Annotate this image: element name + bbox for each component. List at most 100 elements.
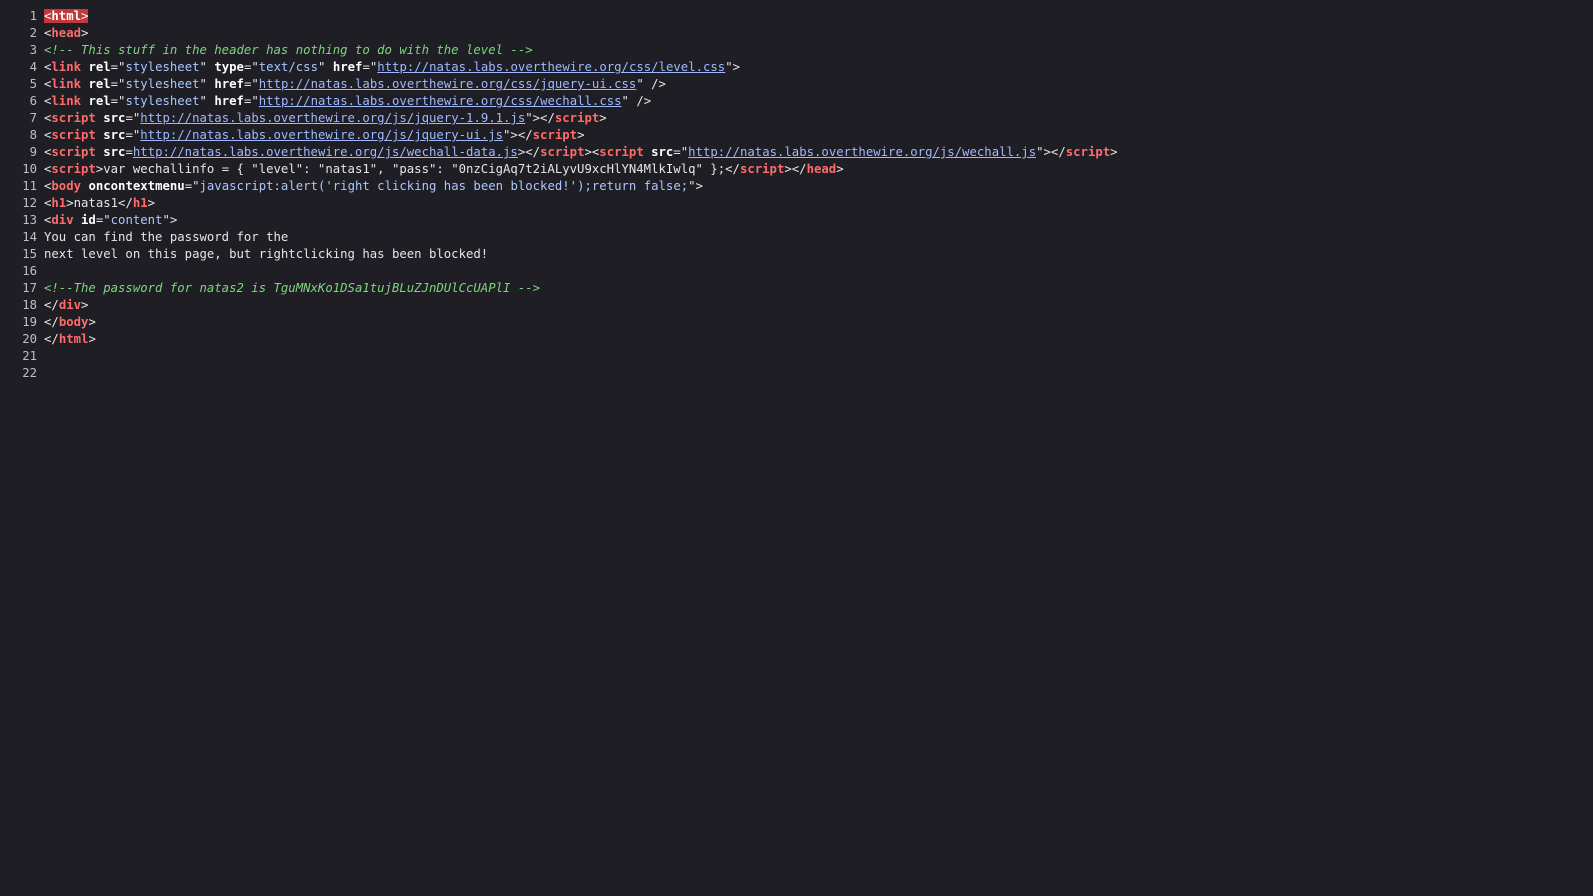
tag-name: script [51, 111, 96, 125]
punctuation: </ [44, 315, 59, 329]
punctuation: </ [44, 298, 59, 312]
tag-name: body [58, 315, 89, 329]
attribute-name: type [214, 60, 244, 74]
tag-name: script [532, 128, 578, 142]
punctuation: =" [95, 213, 111, 227]
punctuation: "> [162, 213, 178, 227]
source-line: 22 [0, 365, 1593, 382]
line-number: 11 [22, 179, 37, 193]
source-line: 7 <script src="http://natas.labs.overthew… [0, 110, 1593, 127]
punctuation: > [88, 315, 96, 329]
punctuation: > [599, 111, 607, 125]
tag-name: body [51, 179, 82, 193]
line-number: 3 [29, 43, 37, 57]
line-number: 14 [22, 230, 37, 244]
attribute-name: rel [88, 60, 111, 74]
line-code: <head> [44, 25, 88, 42]
tag-name: link [51, 60, 82, 74]
punctuation: "></ [1036, 145, 1066, 159]
source-line: 6 <link rel="stylesheet" href="http://nat… [0, 93, 1593, 110]
punctuation: =" [110, 77, 126, 91]
punctuation: > [88, 332, 96, 346]
attribute-name: rel [88, 94, 111, 108]
punctuation: =" [243, 77, 259, 91]
attribute-name: src [651, 145, 674, 159]
attribute-value: javascript:alert('right clicking has bee… [199, 179, 689, 193]
punctuation: = [125, 145, 133, 159]
punctuation: =" [125, 111, 141, 125]
source-line: 9 <script src=http://natas.labs.overthewi… [0, 144, 1593, 161]
source-line: 19 </body> [0, 314, 1593, 331]
line-number: 2 [29, 26, 37, 40]
text-content [74, 213, 81, 227]
attribute-value: text/css [258, 60, 318, 74]
punctuation: </ [725, 162, 740, 176]
tag-name: script [1065, 145, 1111, 159]
line-number: 17 [22, 281, 37, 295]
source-link[interactable]: http://natas.labs.overthewire.org/css/we… [259, 94, 622, 108]
source-line: 12 <h1>natas1</h1> [0, 195, 1593, 212]
attribute-name: href [214, 94, 244, 108]
source-line: 2 <head> [0, 25, 1593, 42]
tag-name: div [58, 298, 82, 312]
line-number: 5 [29, 77, 37, 91]
punctuation: =" [125, 128, 141, 142]
punctuation: =" [243, 60, 259, 74]
line-code: </html> [44, 331, 96, 348]
tag-name: div [51, 213, 74, 227]
line-number: 18 [22, 298, 37, 312]
source-link[interactable]: http://natas.labs.overthewire.org/css/jq… [259, 77, 637, 91]
line-code: </body> [44, 314, 96, 331]
punctuation: =" [673, 145, 689, 159]
punctuation: > [1110, 145, 1118, 159]
line-number: 15 [22, 247, 37, 261]
source-line: 16 [0, 263, 1593, 280]
text-content: next level on this page, but rightclicki… [44, 247, 489, 261]
text-content [644, 145, 651, 159]
line-code: next level on this page, but rightclicki… [44, 246, 488, 263]
line-code: <script>var wechallinfo = { "level": "na… [44, 161, 844, 178]
source-link[interactable]: http://natas.labs.overthewire.org/js/jqu… [140, 128, 503, 142]
punctuation: </ [118, 196, 133, 210]
html-comment: <!--The password for natas2 is TguMNxKo1… [44, 281, 541, 295]
line-code: <!--The password for natas2 is TguMNxKo1… [44, 280, 540, 297]
punctuation: ></ [517, 145, 541, 159]
source-line: 5 <link rel="stylesheet" href="http://nat… [0, 76, 1593, 93]
line-code: <body oncontextmenu="javascript:alert('r… [44, 178, 703, 195]
attribute-name: src [103, 111, 126, 125]
punctuation: " /> [636, 77, 666, 91]
punctuation: " [199, 60, 215, 74]
attribute-name: oncontextmenu [88, 179, 185, 193]
source-line: 17 <!--The password for natas2 is TguMNxK… [0, 280, 1593, 297]
source-link[interactable]: http://natas.labs.overthewire.org/js/jqu… [140, 111, 525, 125]
line-code: <html> [44, 8, 89, 25]
source-link[interactable]: http://natas.labs.overthewire.org/css/le… [377, 60, 725, 74]
line-code: <link rel="stylesheet" href="http://nata… [44, 76, 666, 93]
punctuation: > [81, 298, 89, 312]
text-content: natas1 [73, 196, 119, 210]
attribute-name: src [103, 128, 126, 142]
source-link[interactable]: http://natas.labs.overthewire.org/js/wec… [688, 145, 1036, 159]
line-code: <!-- This stuff in the header has nothin… [44, 42, 533, 59]
source-line: 8 <script src="http://natas.labs.overthew… [0, 127, 1593, 144]
attribute-name: id [81, 213, 96, 227]
html-comment: <!-- This stuff in the header has nothin… [44, 43, 533, 57]
source-line: 11 <body oncontextmenu="javascript:alert(… [0, 178, 1593, 195]
tag-name: script [540, 145, 585, 159]
line-number: 7 [29, 111, 37, 125]
tag-name: head [51, 26, 82, 40]
line-code: <script src=http://natas.labs.overthewir… [44, 144, 1118, 161]
punctuation: " [318, 60, 333, 74]
line-number: 4 [29, 60, 37, 74]
source-link[interactable]: http://natas.labs.overthewire.org/js/wec… [133, 145, 518, 159]
source-viewer: 1 <html> 2 <head> 3 <!-- This stuff in the he… [0, 8, 1593, 382]
line-number: 21 [22, 349, 37, 363]
attribute-name: href [214, 77, 244, 91]
source-line: 21 [0, 348, 1593, 365]
punctuation: "></ [503, 128, 533, 142]
tag-name: head [806, 162, 837, 176]
tag-name: html [51, 9, 82, 23]
punctuation: =" [110, 60, 126, 74]
attribute-value: stylesheet [125, 94, 200, 108]
line-code: <link rel="stylesheet" href="http://nata… [44, 93, 651, 110]
